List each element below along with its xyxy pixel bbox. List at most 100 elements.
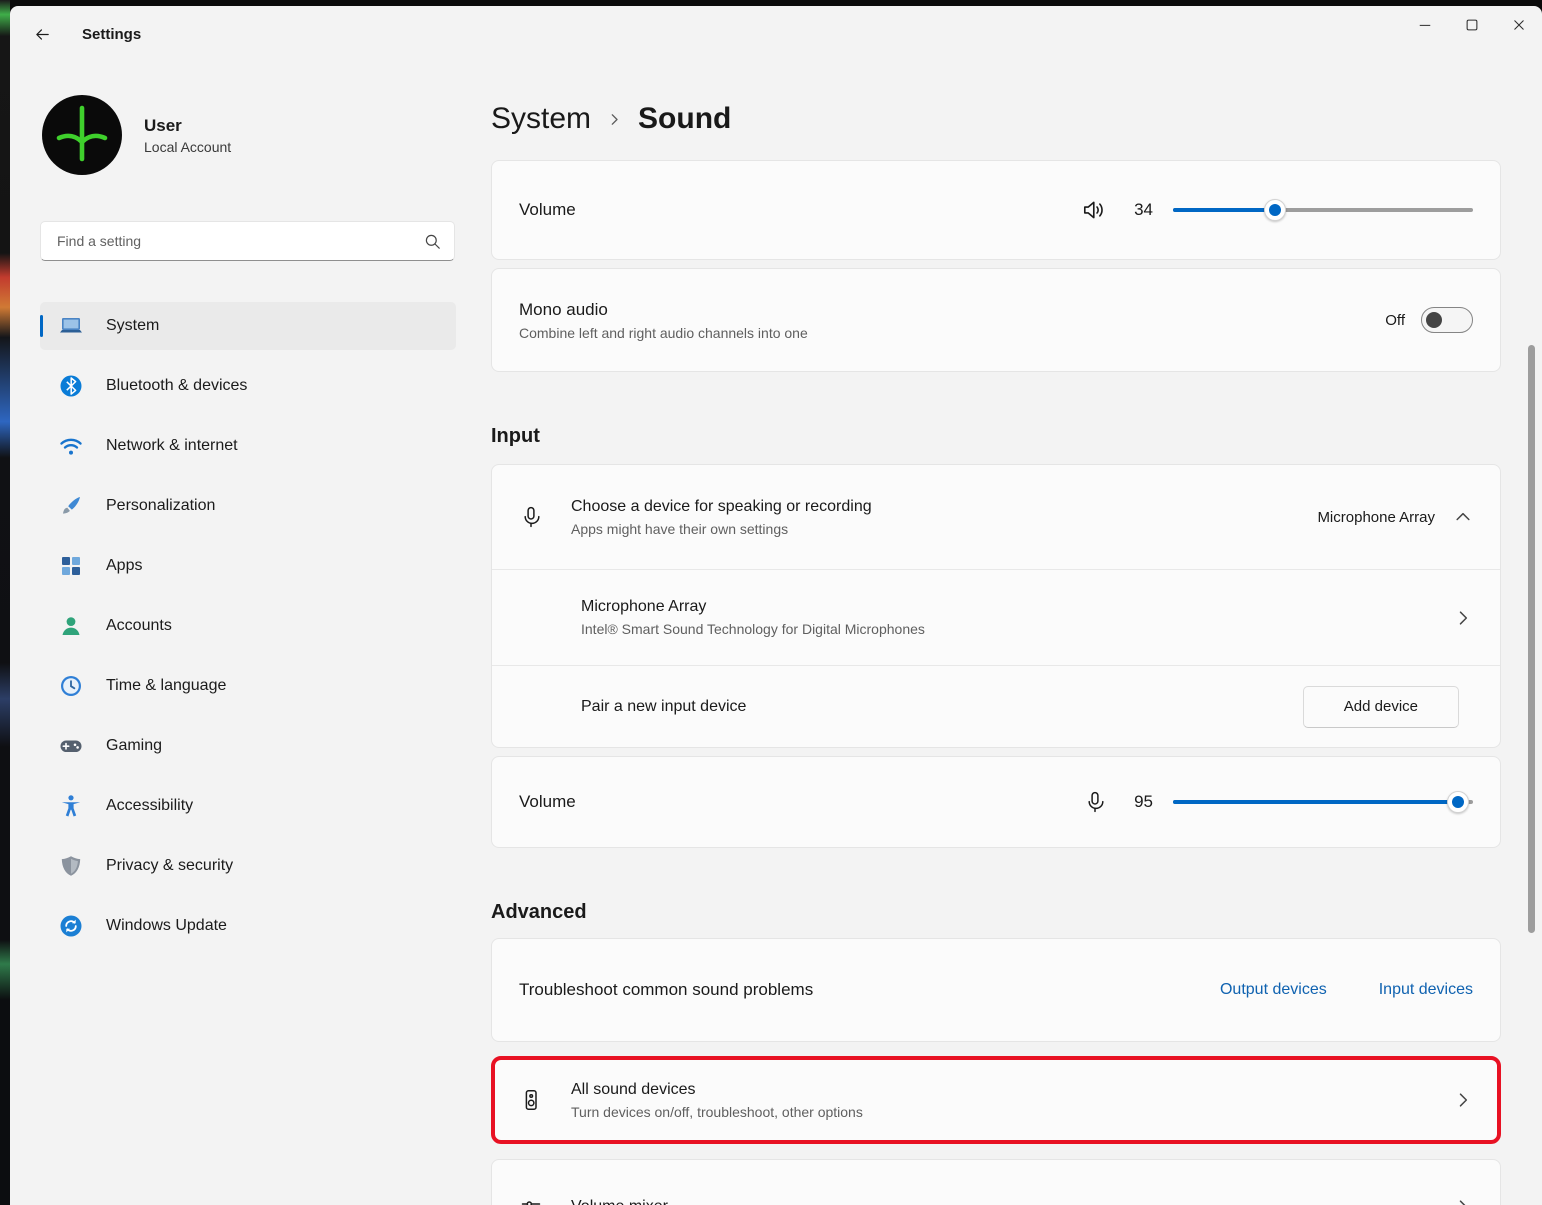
- output-devices-link[interactable]: Output devices: [1220, 981, 1327, 999]
- sidebar-item-windows-update[interactable]: Windows Update: [40, 902, 456, 950]
- selected-input-device: Microphone Array: [1317, 509, 1435, 526]
- input-volume-label: Volume: [519, 792, 1083, 812]
- maximize-button[interactable]: [1448, 6, 1495, 44]
- slider-handle[interactable]: [1447, 791, 1469, 813]
- sidebar-item-label: System: [106, 317, 159, 335]
- pair-input-device-row: Pair a new input device Add device: [492, 665, 1500, 747]
- sidebar-item-label: Accounts: [106, 617, 172, 635]
- sidebar-item-label: Network & internet: [106, 437, 238, 455]
- volume-mixer-title: Volume mixer: [571, 1198, 1453, 1205]
- all-sound-devices-card[interactable]: All sound devices Turn devices on/off, t…: [491, 1056, 1501, 1144]
- volume-mixer-card[interactable]: Volume mixer: [491, 1159, 1501, 1205]
- sidebar-item-accessibility[interactable]: Accessibility: [40, 782, 456, 830]
- search-box[interactable]: [40, 221, 455, 261]
- sidebar-item-label: Privacy & security: [106, 857, 233, 875]
- sidebar-item-label: Bluetooth & devices: [106, 377, 247, 395]
- back-button[interactable]: [24, 18, 60, 50]
- apps-grid-icon: [58, 553, 84, 579]
- input-volume-card: Volume 95: [491, 756, 1501, 848]
- output-volume-slider[interactable]: [1173, 196, 1473, 224]
- troubleshoot-title: Troubleshoot common sound problems: [519, 980, 1220, 1000]
- user-name: User: [144, 115, 231, 138]
- choose-input-device-row[interactable]: Choose a device for speaking or recordin…: [492, 465, 1500, 569]
- close-button[interactable]: [1495, 6, 1542, 44]
- sidebar-item-gaming[interactable]: Gaming: [40, 722, 456, 770]
- search-icon: [423, 232, 442, 251]
- bluetooth-icon: [58, 373, 84, 399]
- shield-icon: [58, 853, 84, 879]
- slider-handle[interactable]: [1264, 199, 1286, 221]
- desktop-edge: [0, 0, 10, 1205]
- window-title: Settings: [82, 26, 141, 43]
- sidebar-item-bluetooth-devices[interactable]: Bluetooth & devices: [40, 362, 456, 410]
- advanced-section-header: Advanced: [491, 898, 1501, 926]
- chevron-up-icon[interactable]: [1453, 507, 1473, 527]
- mono-audio-subtitle: Combine left and right audio channels in…: [519, 325, 1385, 341]
- sidebar-item-time-language[interactable]: Time & language: [40, 662, 456, 710]
- back-arrow-icon: [34, 26, 51, 43]
- all-sound-devices-title: All sound devices: [571, 1081, 1453, 1099]
- sidebar-item-system[interactable]: System: [40, 302, 456, 350]
- caption-buttons: [1401, 6, 1542, 44]
- game-controller-icon: [58, 733, 84, 759]
- microphone-array-subtitle: Intel® Smart Sound Technology for Digita…: [581, 621, 1453, 637]
- sidebar-item-label: Gaming: [106, 737, 162, 755]
- maximize-icon: [1463, 16, 1481, 34]
- mono-audio-title: Mono audio: [519, 300, 1385, 320]
- search-input[interactable]: [55, 232, 423, 250]
- chevron-right-icon: [1453, 608, 1473, 628]
- breadcrumb-system[interactable]: System: [491, 102, 591, 136]
- output-volume-card: Volume 34: [491, 160, 1501, 260]
- sidebar-item-label: Windows Update: [106, 917, 227, 935]
- slider-track[interactable]: [1173, 208, 1473, 212]
- sidebar-item-accounts[interactable]: Accounts: [40, 602, 456, 650]
- clock-icon: [58, 673, 84, 699]
- main-content: System Sound Volume 34: [446, 62, 1542, 1205]
- choose-input-device-subtitle: Apps might have their own settings: [571, 521, 1317, 537]
- speaker-icon: [1081, 197, 1107, 223]
- sidebar-item-label: Apps: [106, 557, 142, 575]
- titlebar: Settings: [10, 6, 1542, 62]
- input-volume-slider[interactable]: [1173, 788, 1473, 816]
- output-volume-label: Volume: [519, 200, 1081, 220]
- add-device-button[interactable]: Add device: [1303, 686, 1459, 728]
- minimize-icon: [1416, 16, 1434, 34]
- microphone-array-row[interactable]: Microphone Array Intel® Smart Sound Tech…: [492, 569, 1500, 665]
- sidebar-item-personalization[interactable]: Personalization: [40, 482, 456, 530]
- output-volume-value: 34: [1125, 200, 1153, 220]
- account-header[interactable]: User Local Account: [42, 95, 446, 175]
- accessibility-person-icon: [58, 793, 84, 819]
- wifi-icon: [58, 433, 84, 459]
- vertical-scrollbar-thumb[interactable]: [1528, 345, 1535, 933]
- choose-input-device-title: Choose a device for speaking or recordin…: [571, 498, 1317, 516]
- mono-audio-toggle[interactable]: [1421, 307, 1473, 333]
- slider-fill: [1173, 800, 1458, 804]
- settings-window: Settings: [10, 6, 1542, 1205]
- mono-audio-card: Mono audio Combine left and right audio …: [491, 268, 1501, 372]
- microphone-icon: [519, 505, 543, 529]
- pair-input-device-label: Pair a new input device: [581, 698, 1303, 716]
- sidebar-item-privacy-security[interactable]: Privacy & security: [40, 842, 456, 890]
- minimize-button[interactable]: [1401, 6, 1448, 44]
- sidebar-item-network-internet[interactable]: Network & internet: [40, 422, 456, 470]
- paintbrush-icon: [58, 493, 84, 519]
- input-section-header: Input: [491, 422, 1501, 450]
- chevron-right-icon: [1453, 1090, 1473, 1110]
- microphone-array-title: Microphone Array: [581, 598, 1453, 616]
- update-arrows-icon: [58, 913, 84, 939]
- system-icon: [58, 313, 84, 339]
- input-devices-link[interactable]: Input devices: [1379, 981, 1473, 999]
- sidebar-item-apps[interactable]: Apps: [40, 542, 456, 590]
- input-volume-value: 95: [1125, 792, 1153, 812]
- breadcrumb: System Sound: [491, 96, 1501, 142]
- sidebar-item-label: Personalization: [106, 497, 215, 515]
- mixer-sliders-icon: [519, 1195, 543, 1205]
- sound-device-icon: [519, 1088, 543, 1112]
- slider-track[interactable]: [1173, 800, 1473, 804]
- breadcrumb-chevron-icon: [607, 112, 622, 127]
- mono-audio-state: Off: [1385, 312, 1405, 329]
- account-type: Local Account: [144, 139, 231, 155]
- sidebar-item-label: Accessibility: [106, 797, 193, 815]
- input-device-group: Choose a device for speaking or recordin…: [491, 464, 1501, 748]
- troubleshoot-card: Troubleshoot common sound problems Outpu…: [491, 938, 1501, 1042]
